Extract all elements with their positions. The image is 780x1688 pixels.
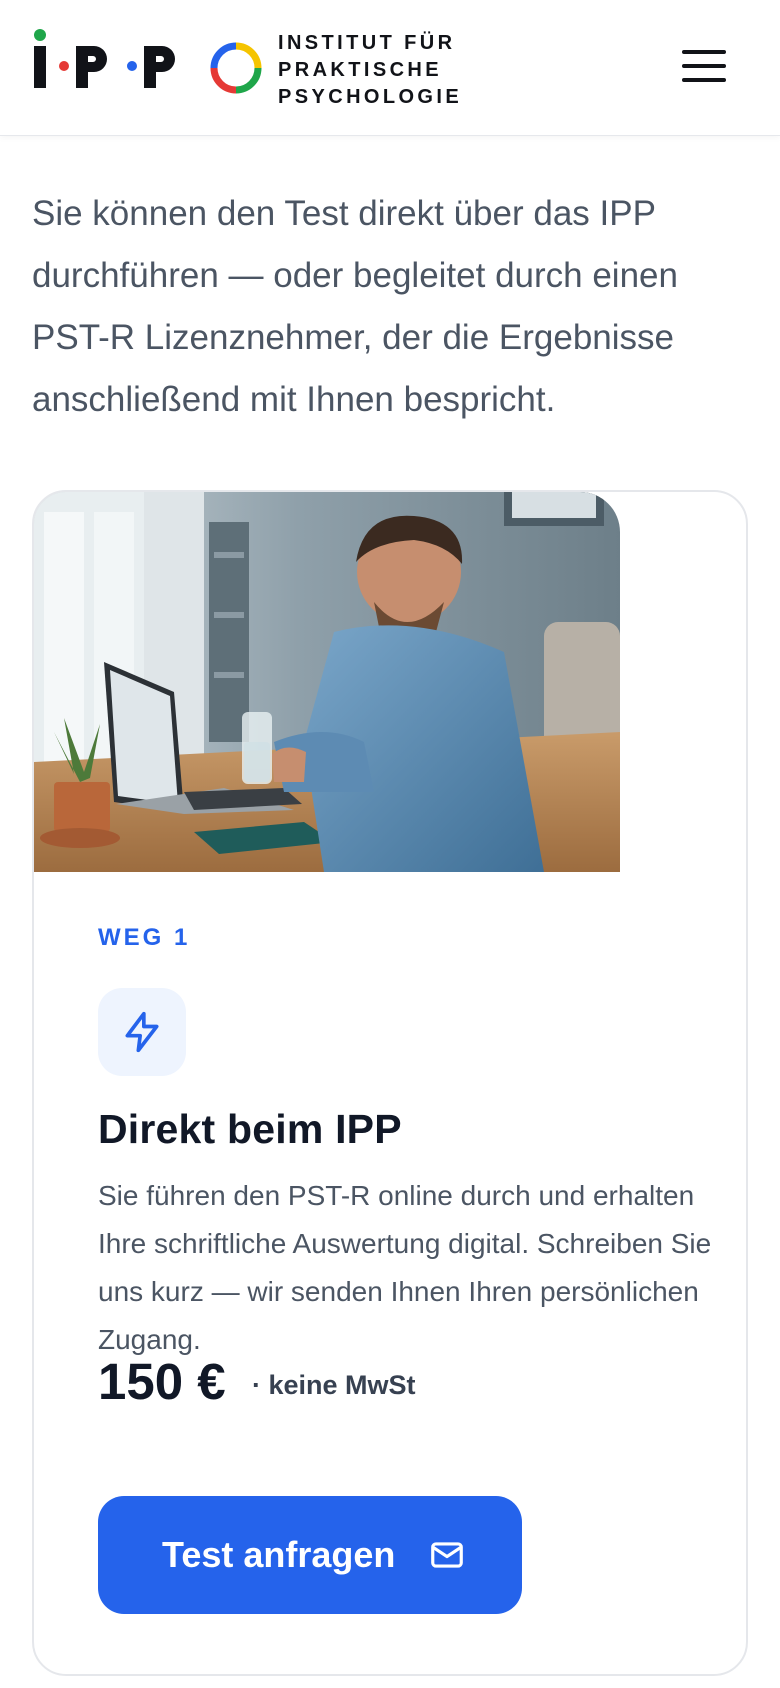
card-title: Direkt beim IPP [98,1106,402,1152]
lightning-icon [125,1011,159,1053]
card-photo [34,492,620,872]
site-header: INSTITUT FÜR PRAKTISCHE PSYCHOLOGIE [0,0,780,136]
step-label: WEG 1 [98,924,191,951]
hamburger-menu-icon[interactable] [676,42,732,90]
price-value: 150 € [98,1353,226,1410]
request-test-button[interactable]: Test anfragen [98,1496,522,1614]
request-test-button-label: Test anfragen [162,1534,396,1575]
option-card-direct: WEG 1 Direkt beim IPP Sie führen den PST… [32,490,748,1676]
wordmark-line-2: PRAKTISCHE [278,59,443,81]
card-description: Sie führen den PST-R online durch und er… [98,1180,712,1355]
vat-note: · keine MwSt [252,1370,416,1400]
wordmark-line-1: INSTITUT FÜR [278,32,456,54]
institute-wordmark: INSTITUT FÜR PRAKTISCHE PSYCHOLOGIE [278,30,462,111]
wordmark-line-3: PSYCHOLOGIE [278,86,463,108]
lightning-icon-tile [98,988,186,1076]
mail-icon [431,1542,463,1568]
intro-text: Sie können den Test direkt über das IPP … [32,194,678,419]
ipp-logo-icon [34,29,175,88]
ipp-logo[interactable] [32,28,192,92]
color-ring-icon [208,40,264,96]
